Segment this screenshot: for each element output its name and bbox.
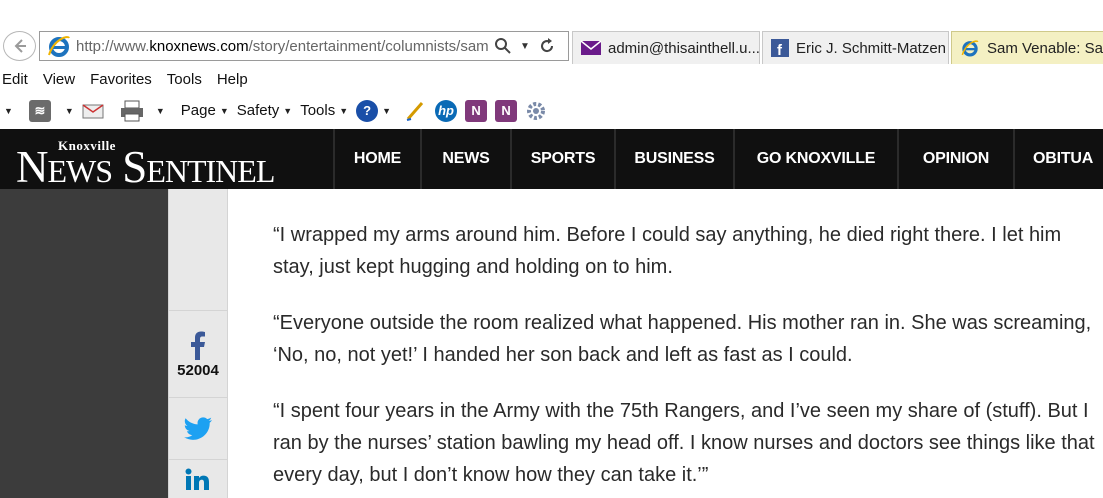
mail-icon [581, 40, 601, 55]
back-arrow-icon [14, 39, 26, 53]
command-bar: ▼ ≋ ▼ ▼ Page ▼ Safety ▼ Tools ▼ ? ▼ hp N N [0, 95, 1103, 126]
nav-obituaries[interactable]: OBITUA [1013, 129, 1103, 189]
pen-button[interactable] [405, 100, 427, 122]
menu-help[interactable]: Help [217, 71, 248, 88]
home-dropdown[interactable]: ▼ [0, 106, 13, 116]
caret-icon: ▼ [4, 105, 13, 116]
menu-view[interactable]: View [43, 71, 75, 88]
help-button[interactable]: ? ▼ [356, 99, 392, 122]
onenote-icon: N [465, 99, 488, 122]
caret-icon: ▼ [382, 105, 392, 116]
back-button[interactable] [3, 31, 36, 61]
tab-sam-venable[interactable]: Sam Venable: Sant [951, 31, 1103, 64]
onenote-linked-icon: N [495, 99, 518, 122]
nav-opinion[interactable]: OPINION [897, 129, 1013, 189]
tools-menu[interactable]: Tools ▼ [300, 102, 348, 119]
facebook-share-count: 52004 [177, 361, 219, 379]
search-icon[interactable] [494, 37, 512, 55]
rss-icon: ≋ [28, 99, 51, 122]
dropdown-icon[interactable]: ▼ [520, 41, 530, 52]
onenote-linked-button[interactable]: N [495, 99, 518, 122]
feeds-button[interactable]: ≋ ▼ [28, 99, 74, 122]
facebook-icon [191, 331, 205, 360]
article-paragraph: “I spent four years in the Army with the… [273, 400, 1095, 486]
printer-icon [120, 100, 143, 121]
linkedin-share-button[interactable] [169, 459, 227, 498]
menu-edit[interactable]: Edit [2, 71, 28, 88]
tab-facebook[interactable]: f Eric J. Schmitt-Matzen [762, 31, 949, 64]
tab-mail[interactable]: admin@thisainthell.u... [572, 31, 760, 64]
nav-business[interactable]: BUSINESS [614, 129, 733, 189]
url-text: http://www.knoxnews.com/story/entertainm… [76, 37, 488, 55]
nav-sports[interactable]: SPORTS [510, 129, 614, 189]
main-nav: HOME NEWS SPORTS BUSINESS GO KNOXVILLE O… [333, 129, 1103, 189]
linkedin-icon [185, 468, 209, 490]
onenote-button[interactable]: N [465, 99, 488, 122]
hp-button[interactable]: hp [435, 99, 458, 122]
refresh-icon[interactable] [538, 37, 556, 55]
article-body: “I wrapped my arms around him. Before I … [228, 189, 1103, 498]
mail-read-icon [82, 103, 104, 118]
left-background [0, 189, 168, 498]
caret-icon: ▼ [283, 105, 293, 116]
safety-menu[interactable]: Safety ▼ [237, 102, 292, 119]
article-paragraph: “Everyone outside the room realized what… [273, 312, 1092, 366]
article-paragraph: “I wrapped my arms around him. Before I … [273, 224, 1062, 278]
nav-home[interactable]: HOME [333, 129, 420, 189]
twitter-icon [184, 416, 212, 440]
help-icon: ? [356, 99, 379, 122]
menu-bar: Edit View Favorites Tools Help [0, 67, 1103, 91]
nav-go-knoxville[interactable]: GO KNOXVILLE [733, 129, 897, 189]
pen-icon [406, 101, 424, 121]
caret-icon: ▼ [155, 105, 165, 116]
site-logo[interactable]: Knoxville News Sentinel [0, 129, 333, 192]
browser-topbar: http://www.knoxnews.com/story/entertainm… [0, 0, 1103, 66]
ie-icon [48, 36, 70, 57]
caret-icon: ▼ [339, 105, 349, 116]
cut-off-text-fragment [273, 177, 279, 200]
page-menu[interactable]: Page ▼ [181, 102, 229, 119]
caret-icon: ▼ [219, 105, 229, 116]
share-column: 52004 [168, 189, 228, 498]
nav-news[interactable]: NEWS [420, 129, 510, 189]
settings-button[interactable] [525, 100, 547, 122]
facebook-icon: f [771, 39, 789, 57]
twitter-share-button[interactable] [169, 397, 227, 459]
hp-icon: hp [435, 99, 458, 122]
menu-tools[interactable]: Tools [167, 71, 202, 88]
facebook-share-button[interactable]: 52004 [169, 310, 227, 397]
ie-icon [961, 40, 979, 57]
address-bar[interactable]: http://www.knoxnews.com/story/entertainm… [39, 31, 569, 61]
menu-favorites[interactable]: Favorites [90, 71, 152, 88]
print-button[interactable]: ▼ [120, 100, 165, 122]
gear-icon [527, 101, 546, 120]
caret-icon: ▼ [64, 105, 74, 116]
read-mail-button[interactable] [82, 102, 104, 120]
site-header: Knoxville News Sentinel HOME NEWS SPORTS… [0, 129, 1103, 192]
